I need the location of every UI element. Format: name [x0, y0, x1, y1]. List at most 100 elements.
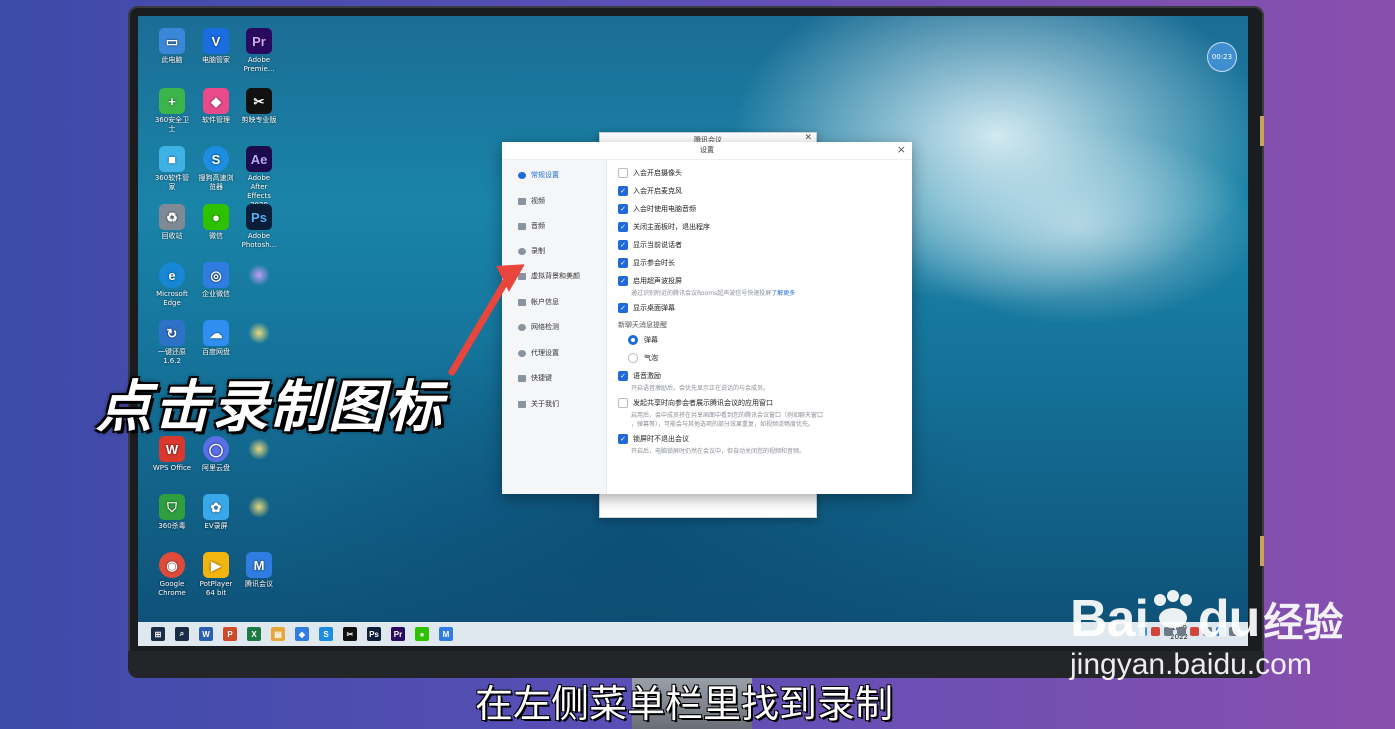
- desktop-icon-wechat[interactable]: ● 微信: [196, 204, 236, 241]
- sogou-browser-icon[interactable]: S: [319, 627, 333, 641]
- recording-timer-badge[interactable]: 00:23: [1207, 42, 1237, 72]
- option-desktop-danmaku[interactable]: ✓ 显示桌面弹幕: [618, 303, 675, 313]
- option-mic-on-join[interactable]: ✓ 入会开启麦克风: [618, 186, 682, 196]
- nav-general[interactable]: 常规设置: [518, 170, 559, 180]
- checkbox[interactable]: [618, 168, 628, 178]
- nav-video[interactable]: 视频: [518, 196, 545, 206]
- option-ultrasonic-cast[interactable]: ✓ 启用超声波投屏: [618, 276, 682, 286]
- desktop-icon-software-manager[interactable]: ◆ 软件管理: [196, 88, 236, 125]
- checkbox[interactable]: ✓: [618, 258, 628, 268]
- desktop-screen: ▭ 此电脑 V 电脑管家 Pr Adobe Premie... +360安全卫士 ◆ 软…: [138, 16, 1248, 646]
- checkbox[interactable]: ✓: [618, 371, 628, 381]
- desktop-icon-chrome[interactable]: ◉ Google Chrome: [152, 552, 192, 598]
- nav-about[interactable]: 关于我们: [518, 399, 559, 409]
- photoshop-icon[interactable]: Ps: [367, 627, 381, 641]
- search-icon[interactable]: ⌕: [175, 627, 189, 641]
- checkbox[interactable]: ✓: [618, 276, 628, 286]
- desktop-icon-edge[interactable]: e Microsoft Edge: [152, 262, 192, 308]
- desktop-icon-after-effects[interactable]: AeAdobe After Effects 2020: [239, 146, 279, 210]
- desktop-icon-360-antivirus[interactable]: ⛉ 360杀毒: [152, 494, 192, 531]
- checkbox[interactable]: [618, 398, 628, 408]
- desktop-icon-label: 阿里云盘: [202, 464, 230, 472]
- voice-excitation-hint: 开启语音激励后，会优先显示正在说话的与会成员。: [631, 385, 770, 392]
- desktop-icon-this-pc[interactable]: ▭ 此电脑: [152, 28, 192, 65]
- about-icon: [518, 400, 526, 408]
- watermark-url: jingyan.baidu.com: [1070, 648, 1312, 681]
- powerpoint-icon[interactable]: P: [223, 627, 237, 641]
- desktop-icon-360-software[interactable]: ■ 360软件管家: [152, 146, 192, 192]
- option-show-speaker[interactable]: ✓ 显示当前说话者: [618, 240, 682, 250]
- capcut-icon: ✂: [246, 88, 272, 114]
- pc-manager-icon[interactable]: ◆: [295, 627, 309, 641]
- desktop-icon-pc-manager[interactable]: V 电脑管家: [196, 28, 236, 65]
- close-icon[interactable]: ×: [897, 143, 906, 156]
- nav-network-check[interactable]: 网络检测: [518, 322, 559, 332]
- radio-button[interactable]: [628, 353, 638, 363]
- 360-guard-icon: +: [159, 88, 185, 114]
- option-exit-on-close[interactable]: ✓ 关闭主面板时，退出程序: [618, 222, 710, 232]
- desktop-icon-label: 企业微信: [202, 290, 230, 298]
- desktop-icon-potplayer[interactable]: ▶ PotPlayer 64 bit: [196, 552, 236, 598]
- desktop-icon-recycle-bin[interactable]: ♻ 回收站: [152, 204, 192, 241]
- desktop-icon-label: 360杀毒: [158, 522, 186, 530]
- software-manager-icon: ◆: [203, 88, 229, 114]
- option-show-duration[interactable]: ✓ 显示参会时长: [618, 258, 675, 268]
- desktop-icon-label: 软件管理: [202, 116, 230, 124]
- desktop-icon-label: Microsoft Edge: [156, 290, 188, 307]
- option-camera-on-join[interactable]: 入会开启摄像头: [618, 168, 682, 178]
- checkbox[interactable]: ✓: [618, 303, 628, 313]
- desktop-icon-photoshop[interactable]: Ps Adobe Photosh...: [239, 204, 279, 250]
- premiere-icon[interactable]: Pr: [391, 627, 405, 641]
- desktop-icon-tencent-meeting[interactable]: M 腾讯会议: [239, 552, 279, 589]
- checkbox[interactable]: ✓: [618, 186, 628, 196]
- blurred-icon: [239, 320, 279, 346]
- checkbox[interactable]: ✓: [618, 240, 628, 250]
- checkbox[interactable]: ✓: [618, 204, 628, 214]
- nav-label: 常规设置: [531, 171, 559, 179]
- desktop-icon-ev-recorder[interactable]: ✿ EV录屏: [196, 494, 236, 531]
- option-label: 显示当前说话者: [633, 241, 682, 249]
- option-label: 锁屏时不退出会议: [633, 435, 689, 443]
- desktop-icon-sogou-browser[interactable]: S 搜狗高速浏览器: [196, 146, 236, 192]
- learn-more-link[interactable]: 了解更多: [771, 290, 795, 297]
- nav-label: 录制: [531, 247, 545, 255]
- tencent-meeting-icon[interactable]: M: [439, 627, 453, 641]
- radio-button[interactable]: [628, 335, 638, 345]
- wechat-icon[interactable]: ●: [415, 627, 429, 641]
- radio-label: 气泡: [644, 354, 658, 362]
- option-label: 启用超声波投屏: [633, 277, 682, 285]
- nav-virtual-background[interactable]: 虚拟背景和美颜: [518, 271, 580, 281]
- desktop-icon-onekey-restore[interactable]: ↻ 一键还原 1.6.2: [152, 320, 192, 366]
- nav-label: 代理设置: [531, 349, 559, 357]
- option-share-window[interactable]: 发起共享时向参会者展示腾讯会议的应用窗口: [618, 398, 773, 408]
- option-label: 入会开启摄像头: [633, 169, 682, 177]
- desktop-icon-baidu-netdisk[interactable]: ☁ 百度网盘: [196, 320, 236, 357]
- speaker-icon: [518, 222, 526, 230]
- nav-recording[interactable]: 录制: [518, 246, 545, 256]
- desktop-icon-label: WPS Office: [152, 464, 192, 472]
- desktop-icon-wecom[interactable]: ◎ 企业微信: [196, 262, 236, 299]
- share-window-hint-1: 启用后，会中成员将在共享画面中看到您的腾讯会议窗口（例如聊天窗口: [631, 412, 824, 419]
- cloud-icon: ☁: [203, 320, 229, 346]
- desktop-icon-label: 360软件管家: [154, 174, 190, 191]
- start-icon[interactable]: ⊞: [151, 627, 165, 641]
- file-explorer-icon[interactable]: ▤: [271, 627, 285, 641]
- word-icon[interactable]: W: [199, 627, 213, 641]
- radio-danmaku[interactable]: 弹幕: [628, 335, 658, 345]
- capcut-icon[interactable]: ✂: [343, 627, 357, 641]
- desktop-icon-capcut[interactable]: ✂ 剪映专业版: [239, 88, 279, 125]
- option-voice-excitation[interactable]: ✓ 语音激励: [618, 371, 661, 381]
- option-computer-audio[interactable]: ✓ 入会时使用电脑音频: [618, 204, 696, 214]
- excel-icon[interactable]: X: [247, 627, 261, 641]
- checkbox[interactable]: ✓: [618, 222, 628, 232]
- nav-account[interactable]: 帐户信息: [518, 297, 559, 307]
- option-lock-screen[interactable]: ✓ 锁屏时不退出会议: [618, 434, 689, 444]
- nav-audio[interactable]: 音频: [518, 221, 545, 231]
- lock-screen-hint: 开启后，电脑锁屏时仍然在会议中，但自动关闭您的视频和音频。: [631, 448, 806, 455]
- recycle-bin-icon: ♻: [159, 204, 185, 230]
- desktop-icon-premiere[interactable]: Pr Adobe Premie...: [239, 28, 279, 74]
- radio-bubble[interactable]: 气泡: [628, 353, 658, 363]
- nav-proxy[interactable]: 代理设置: [518, 348, 559, 358]
- checkbox[interactable]: ✓: [618, 434, 628, 444]
- desktop-icon-360-guard[interactable]: +360安全卫士: [152, 88, 192, 134]
